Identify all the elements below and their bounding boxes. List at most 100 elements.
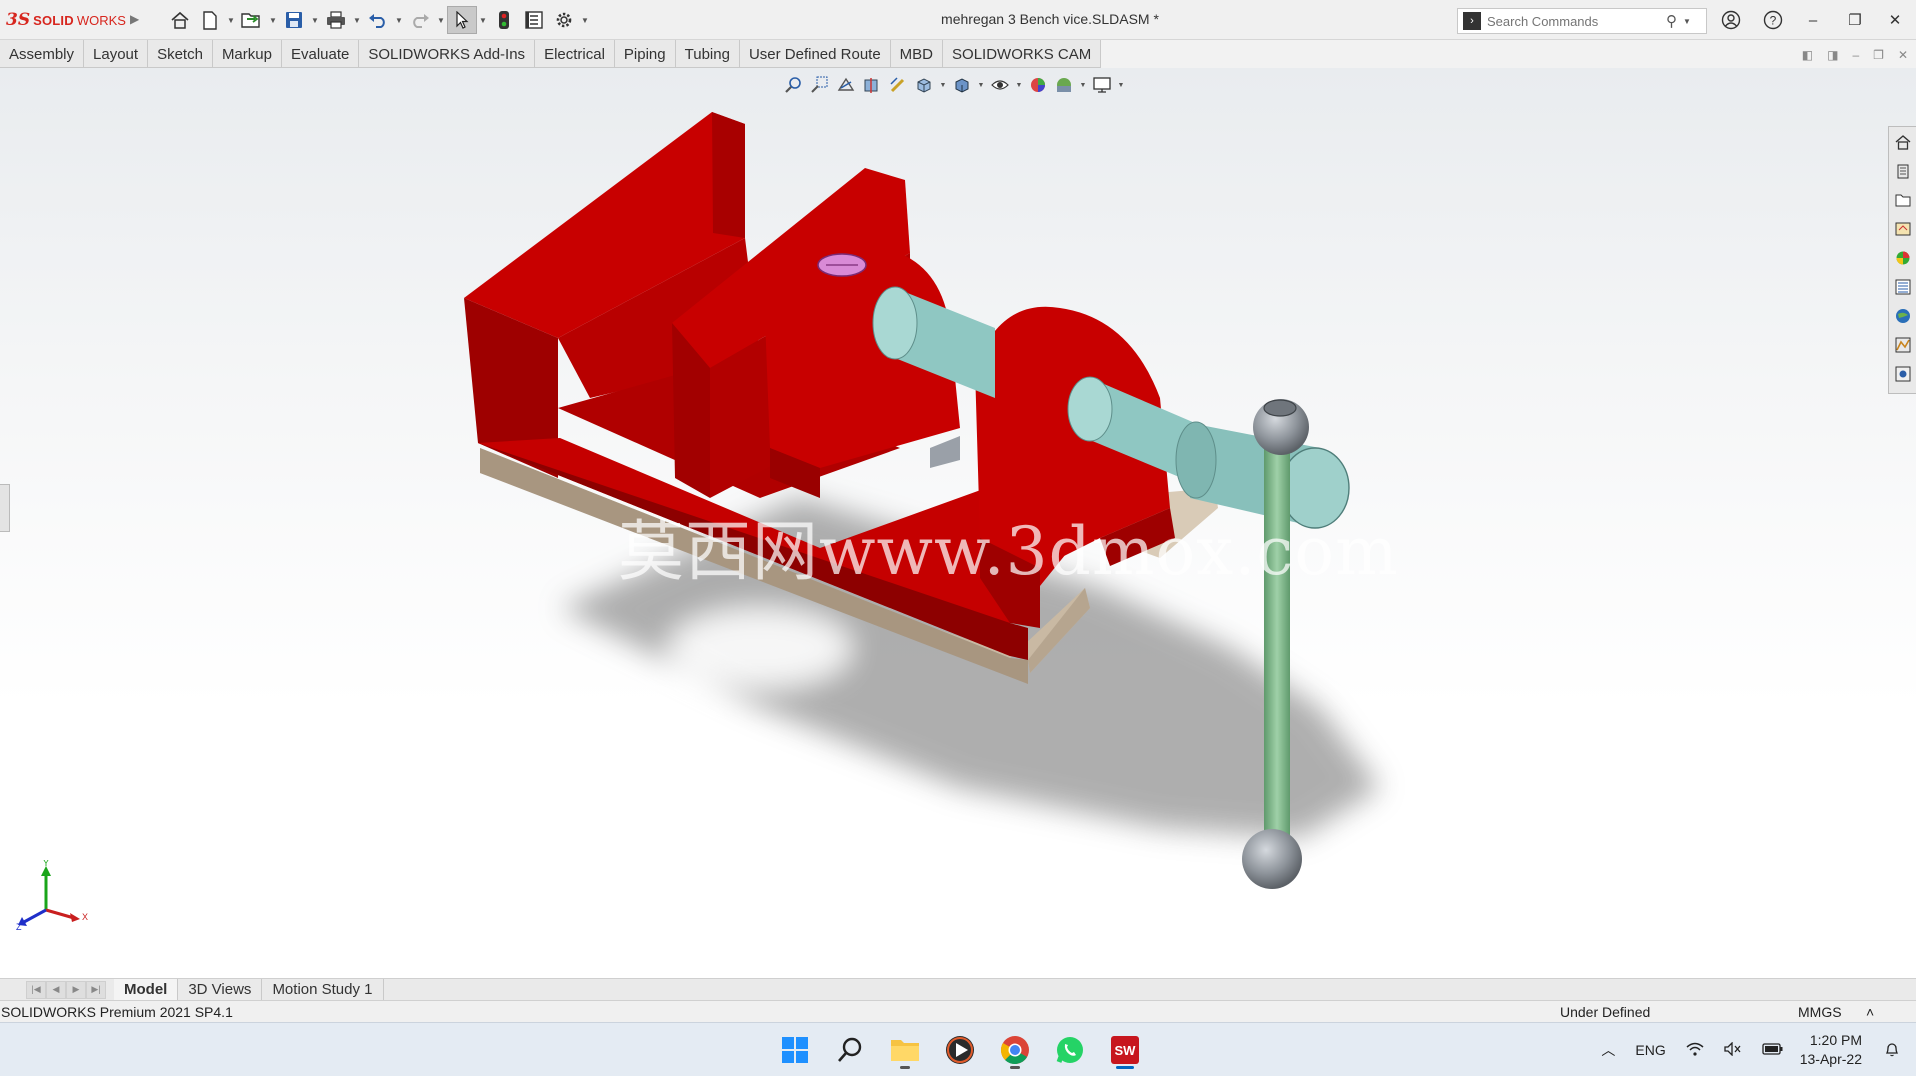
solidworks-taskbar-button[interactable]: SW [1105, 1030, 1145, 1070]
new-document-button[interactable] [195, 6, 225, 34]
tab-piping[interactable]: Piping [615, 40, 676, 68]
save-dropdown-arrow[interactable]: ▼ [309, 6, 321, 34]
first-tab-icon[interactable]: |◀ [26, 980, 46, 999]
show-hidden-icons-chevron-icon[interactable]: ︿ [1601, 1040, 1615, 1060]
3dexperience-tab[interactable] [1889, 330, 1916, 359]
tab-markup[interactable]: Markup [213, 40, 282, 68]
tab-model[interactable]: Model [114, 978, 179, 1001]
undo-button[interactable] [363, 6, 393, 34]
file-explorer-tab[interactable] [1889, 185, 1916, 214]
notification-bell-icon[interactable] [1884, 1041, 1900, 1060]
tab-sketch[interactable]: Sketch [148, 40, 213, 68]
select-dropdown-arrow[interactable]: ▼ [477, 6, 489, 34]
tab-mbd[interactable]: MBD [891, 40, 944, 68]
rebuild-button[interactable] [489, 6, 519, 34]
open-dropdown-arrow[interactable]: ▼ [267, 6, 279, 34]
close-button[interactable]: ✕ [1880, 8, 1910, 32]
home-button[interactable] [165, 6, 195, 34]
print-dropdown-arrow[interactable]: ▼ [351, 6, 363, 34]
tab-3d-views[interactable]: 3D Views [178, 978, 263, 1001]
apply-scene-button[interactable] [1052, 74, 1076, 96]
solidworks-logo[interactable]: 3S SOLID WORKS [6, 9, 126, 31]
search-dropdown-arrow[interactable]: ▼ [1683, 17, 1691, 26]
display-style-dropdown[interactable]: ▼ [976, 82, 986, 89]
appearances-scenes-tab[interactable] [1889, 243, 1916, 272]
reference-triad[interactable]: Y X Z [14, 860, 94, 930]
display-style-button[interactable] [950, 74, 974, 96]
input-language[interactable]: ENG [1635, 1042, 1665, 1058]
options-dropdown-arrow[interactable]: ▼ [579, 6, 591, 34]
custom-properties-tab[interactable] [1889, 272, 1916, 301]
view-settings-button[interactable] [1090, 74, 1114, 96]
search-input[interactable] [1487, 13, 1662, 29]
minimize-button[interactable]: – [1798, 8, 1828, 32]
redo-button[interactable] [405, 6, 435, 34]
previous-view-button[interactable] [834, 74, 858, 96]
doc-close-icon[interactable]: ✕ [1898, 48, 1908, 62]
user-account-button[interactable] [1716, 8, 1746, 32]
taskbar-clock[interactable]: 1:20 PM 13-Apr-22 [1800, 1031, 1862, 1069]
dynamic-annotation-button[interactable] [886, 74, 910, 96]
restore-button[interactable]: ❐ [1840, 8, 1870, 32]
whatsapp-button[interactable] [1050, 1030, 1090, 1070]
apply-scene-dropdown[interactable]: ▼ [1078, 82, 1088, 89]
undo-dropdown-arrow[interactable]: ▼ [393, 6, 405, 34]
search-icon[interactable]: ⚲ [1666, 12, 1677, 30]
redo-dropdown-arrow[interactable]: ▼ [435, 6, 447, 34]
file-properties-button[interactable] [519, 6, 549, 34]
tab-evaluate[interactable]: Evaluate [282, 40, 360, 68]
search-commands-box[interactable]: › ⚲ ▼ [1457, 8, 1707, 34]
wifi-icon[interactable] [1686, 1042, 1704, 1059]
view-orientation-button[interactable] [912, 74, 936, 96]
unit-system-arrow-icon[interactable]: ˄ [1866, 1004, 1874, 1020]
tab-electrical[interactable]: Electrical [535, 40, 615, 68]
tab-solidworks-cam[interactable]: SOLIDWORKS CAM [943, 40, 1102, 68]
new-dropdown-arrow[interactable]: ▼ [225, 6, 237, 34]
edit-appearance-button[interactable] [1026, 74, 1050, 96]
recorded-tab[interactable] [1889, 359, 1916, 388]
document-window-controls: ◧ ◨ – ❐ ✕ [1802, 48, 1908, 62]
options-button[interactable] [549, 6, 579, 34]
speaker-muted-icon[interactable] [1724, 1040, 1742, 1059]
tab-motion-study-1[interactable]: Motion Study 1 [262, 978, 384, 1001]
help-button[interactable]: ? [1758, 8, 1788, 32]
file-explorer-button[interactable] [885, 1030, 925, 1070]
open-button[interactable] [237, 6, 267, 34]
hide-show-items-button[interactable] [988, 74, 1012, 96]
tile-left-icon[interactable]: ◧ [1802, 48, 1813, 62]
view-orientation-dropdown[interactable]: ▼ [938, 82, 948, 89]
doc-restore-icon[interactable]: ❐ [1873, 48, 1884, 62]
battery-icon[interactable] [1762, 1042, 1784, 1059]
save-button[interactable] [279, 6, 309, 34]
zoom-to-area-button[interactable] [808, 74, 832, 96]
tab-tubing[interactable]: Tubing [676, 40, 740, 68]
search-taskbar-button[interactable] [830, 1030, 870, 1070]
media-player-button[interactable] [940, 1030, 980, 1070]
menu-expand-arrow-icon[interactable]: ▶ [130, 12, 139, 26]
feature-manager-toggle-handle[interactable] [0, 484, 10, 532]
section-view-icon [864, 78, 878, 93]
doc-minimize-icon[interactable]: – [1852, 48, 1859, 62]
view-settings-dropdown[interactable]: ▼ [1116, 82, 1126, 89]
prev-tab-icon[interactable]: ◀ [46, 980, 66, 999]
unit-system-selector[interactable]: MMGS [1798, 1004, 1842, 1020]
tab-user-defined-route[interactable]: User Defined Route [740, 40, 891, 68]
hide-show-dropdown[interactable]: ▼ [1014, 82, 1024, 89]
solidworks-forum-tab[interactable] [1889, 301, 1916, 330]
print-button[interactable] [321, 6, 351, 34]
tab-assembly[interactable]: Assembly [0, 40, 85, 68]
start-button[interactable] [775, 1030, 815, 1070]
zoom-to-fit-button[interactable] [782, 74, 806, 96]
chrome-button[interactable] [995, 1030, 1035, 1070]
design-library-tab[interactable] [1889, 156, 1916, 185]
tile-right-icon[interactable]: ◨ [1827, 48, 1838, 62]
select-button[interactable] [447, 6, 477, 34]
graphics-area[interactable]: 莫西网www.3dmox.com ▼ ▼ ▼ ▼ ▼ Y X Z [0, 68, 1916, 978]
next-tab-icon[interactable]: ▶ [66, 980, 86, 999]
section-view-button[interactable] [860, 74, 884, 96]
tab-addins[interactable]: SOLIDWORKS Add-Ins [359, 40, 536, 68]
solidworks-resources-tab[interactable] [1889, 127, 1916, 156]
last-tab-icon[interactable]: ▶| [86, 980, 106, 999]
view-palette-tab[interactable] [1889, 214, 1916, 243]
tab-layout[interactable]: Layout [84, 40, 149, 68]
